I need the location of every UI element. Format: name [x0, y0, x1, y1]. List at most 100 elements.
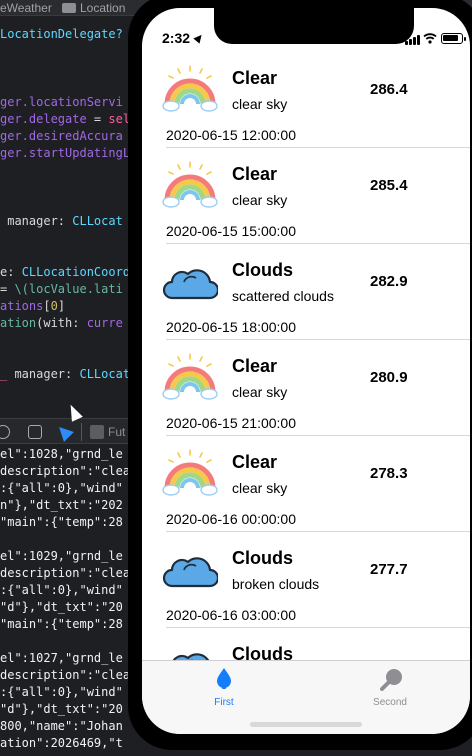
weather-description: clear sky [232, 96, 288, 112]
magnifier-icon [380, 669, 402, 691]
cloud-icon [162, 544, 220, 596]
forecast-datetime: 2020-06-15 12:00:00 [166, 127, 296, 143]
code-line: ation(with: curre [0, 315, 123, 332]
forecast-row[interactable]: Clear clear sky 286.4 2020-06-15 12:00:00 [142, 52, 470, 148]
code-token: = [86, 112, 109, 126]
code-token: ger.desiredAccura [0, 129, 123, 143]
code-token: (with: [36, 316, 87, 330]
code-line: LocationDelegate? [0, 26, 123, 43]
code-line: = \(locValue.lati [0, 281, 123, 298]
weather-description: clear sky [232, 384, 288, 400]
forecast-row[interactable]: Clear clear sky 285.4 2020-06-15 15:00:00 [142, 148, 470, 244]
cloud-icon [162, 640, 218, 660]
code-token: 0 [50, 299, 58, 313]
forecast-datetime: 2020-06-15 18:00:00 [166, 319, 296, 335]
notch [214, 8, 414, 44]
temperature: 278.3 [370, 465, 408, 482]
weather-main: Clear [232, 356, 278, 376]
weather-description: scattered clouds [232, 288, 334, 304]
weather-main: Clear [232, 452, 278, 472]
forecast-datetime: 2020-06-15 21:00:00 [166, 415, 296, 431]
code-token: ations [0, 299, 44, 313]
console-line: n"},"dt_txt":"202 [0, 498, 123, 512]
code-token: e: [0, 265, 22, 279]
weather-main: Clouds [232, 260, 293, 280]
folder-icon [62, 3, 76, 13]
code-token: curre [86, 316, 123, 330]
rainbow-icon [162, 64, 218, 116]
forecast-row[interactable]: Clear clear sky 278.3 2020-06-16 00:00:00 [142, 436, 470, 532]
code-token: CLLocat [72, 214, 123, 228]
code-token: ger.delegate [0, 112, 87, 126]
tab-first[interactable]: First [174, 665, 274, 709]
code-line: ger.delegate = sel [0, 111, 130, 128]
code-token: manager: [0, 214, 73, 228]
console-line: 800,"name":"Johan [0, 719, 123, 733]
forecast-list[interactable]: Clear clear sky 286.4 2020-06-15 12:00:00 Cl… [142, 52, 470, 660]
code-line: _ manager: CLLocat [0, 366, 130, 383]
tab-first-label: First [214, 697, 234, 708]
temperature: 280.9 [370, 369, 408, 386]
tab-second[interactable]: Second [340, 665, 440, 709]
battery-icon [441, 33, 466, 44]
console-line: description":"clea [0, 566, 131, 580]
code-token: CLLocat [79, 367, 131, 381]
breadcrumb-folder[interactable]: Location [80, 1, 125, 15]
console-line: "d"},"dt_txt":"20 [0, 600, 123, 614]
rainbow-icon [162, 352, 218, 404]
toolbar-divider [81, 423, 82, 441]
console-line: "d"},"dt_txt":"20 [0, 702, 123, 716]
scheme-icon [90, 425, 104, 439]
code-token: ger.startUpdatingL [0, 146, 131, 160]
console-line: "main":{"temp":28 [0, 617, 123, 631]
screen-recording: eWeather Location LocationDelegate? ger.l… [0, 0, 472, 756]
view-hierarchy-icon[interactable] [0, 425, 10, 439]
console-line: el":1028,"grnd_le [0, 447, 123, 461]
debug-console[interactable]: el":1028,"grnd_le description":"clea :{"al… [0, 446, 130, 752]
temperature: 285.4 [370, 177, 408, 194]
forecast-row[interactable]: Clouds scattered clouds 282.9 2020-06-15 18… [142, 244, 470, 340]
forecast-row[interactable]: Clouds278.4 [142, 628, 470, 660]
forecast-datetime: 2020-06-15 15:00:00 [166, 223, 296, 239]
code-token: ] [57, 299, 66, 313]
console-line: el":1029,"grnd_le [0, 549, 123, 563]
code-line: ger.locationServi [0, 94, 123, 111]
console-line: "main":{"temp":28 [0, 515, 123, 529]
code-line: ations[0] [0, 298, 65, 315]
weather-main: Clear [232, 68, 278, 88]
breadcrumb-project[interactable]: eWeather [0, 1, 52, 15]
code-token: = [0, 282, 15, 296]
code-line: manager: CLLocat [0, 213, 123, 230]
console-line: :{"all":0},"wind" [0, 481, 123, 495]
code-line: ger.startUpdatingL [0, 145, 130, 162]
debug-toolbar: Fut [0, 418, 140, 444]
weather-description: clear sky [232, 192, 288, 208]
debug-target-label[interactable]: Fut [108, 425, 125, 439]
code-token: manager: [7, 367, 80, 381]
memory-graph-icon[interactable] [28, 425, 42, 439]
weather-main: Clear [232, 164, 278, 184]
battery-level [443, 35, 458, 41]
code-token: CLLocationCoord [21, 265, 131, 279]
simulate-location-icon[interactable] [54, 422, 74, 442]
temperature: 282.9 [370, 273, 408, 290]
code-token: [ [43, 299, 51, 313]
code-token: ger.locationServi [0, 95, 123, 109]
cloud-icon [162, 256, 220, 308]
code-line: ger.desiredAccura [0, 128, 123, 145]
tab-second-label: Second [373, 697, 407, 708]
temperature: 277.7 [370, 561, 408, 578]
cellular-signal-icon [405, 35, 423, 45]
console-line: :{"all":0},"wind" [0, 685, 123, 699]
code-token: sel [108, 112, 131, 126]
code-token: ation [0, 316, 37, 330]
home-indicator [250, 722, 362, 727]
forecast-datetime: 2020-06-16 03:00:00 [166, 607, 296, 623]
location-arrow-icon [193, 32, 205, 44]
status-time: 2:32 [162, 30, 191, 46]
forecast-row[interactable]: Clouds broken clouds 277.7 2020-06-16 03:00… [142, 532, 470, 628]
iphone-screen: 2:32 Clear clear sky 286.4 2020-06-15 12:00… [142, 8, 470, 734]
forecast-row[interactable]: Clear clear sky 280.9 2020-06-15 21:00:00 [142, 340, 470, 436]
